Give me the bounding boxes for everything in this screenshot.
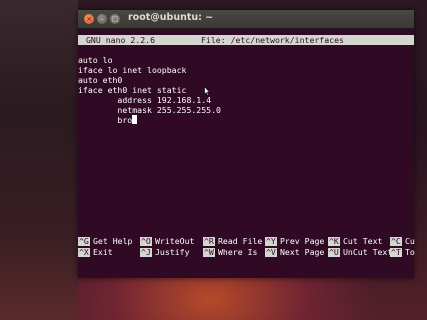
file-line: address 192.168.1.4 — [78, 95, 212, 105]
shortcut-label: Where Is — [218, 247, 258, 257]
shortcut-label: Cu — [405, 236, 415, 246]
shortcut-label: Justify — [155, 247, 190, 257]
shortcut-label: Cut Text — [343, 236, 383, 246]
file-line: auto lo — [78, 55, 113, 65]
shortcut-key[interactable]: ^G — [78, 237, 90, 246]
text-cursor — [132, 115, 138, 124]
shortcut-key[interactable]: ^K — [328, 237, 340, 246]
file-line: netmask 255.255.255.0 — [78, 105, 221, 115]
shortcut-label: Exit — [93, 247, 113, 257]
terminal-window[interactable]: × – □ root@ubuntu: ~ GNU nano 2.2.6 File… — [78, 10, 415, 278]
shortcut-key[interactable]: ^U — [328, 248, 340, 257]
shortcut-key[interactable]: ^T — [390, 248, 402, 257]
file-line-text: bro — [78, 115, 133, 125]
shortcut-label: To — [405, 247, 415, 257]
shortcut-label: Prev Page — [280, 236, 325, 246]
nano-header-bar: GNU nano 2.2.6 File: /etc/network/interf… — [78, 35, 414, 45]
window-titlebar[interactable]: × – □ root@ubuntu: ~ — [78, 10, 414, 29]
file-line: auto eth0 — [78, 75, 123, 85]
shortcut-key[interactable]: ^Y — [265, 237, 277, 246]
shortcut-label: WriteOut — [155, 236, 195, 246]
minimize-button[interactable]: – — [97, 14, 107, 24]
maximize-button[interactable]: □ — [110, 14, 120, 24]
file-line: iface lo inet loopback — [78, 65, 187, 75]
shortcut-key[interactable]: ^X — [78, 248, 90, 257]
nano-filename: File: /etc/network/interfaces — [201, 35, 344, 45]
shortcut-label: Next Page — [280, 247, 325, 257]
shortcut-key[interactable]: ^C — [390, 237, 402, 246]
shortcut-key[interactable]: ^O — [140, 237, 152, 246]
shortcut-label: Read File — [218, 236, 263, 246]
terminal-area[interactable]: GNU nano 2.2.6 File: /etc/network/interf… — [78, 29, 415, 278]
shortcut-label: Get Help — [93, 236, 133, 246]
shortcut-key[interactable]: ^R — [203, 237, 215, 246]
shortcut-key[interactable]: ^V — [265, 248, 277, 257]
shortcut-label: UnCut Text — [343, 247, 393, 257]
file-line-current: bro — [78, 115, 138, 125]
window-title: root@ubuntu: ~ — [128, 12, 214, 23]
desktop-left-area — [0, 0, 78, 320]
shortcut-key[interactable]: ^W — [203, 248, 215, 257]
mouse-pointer-icon — [204, 86, 210, 96]
file-line: iface eth0 inet static — [78, 85, 187, 95]
nano-version: GNU nano 2.2.6 — [86, 35, 156, 45]
shortcut-key[interactable]: ^J — [140, 248, 152, 257]
close-button[interactable]: × — [84, 14, 94, 24]
